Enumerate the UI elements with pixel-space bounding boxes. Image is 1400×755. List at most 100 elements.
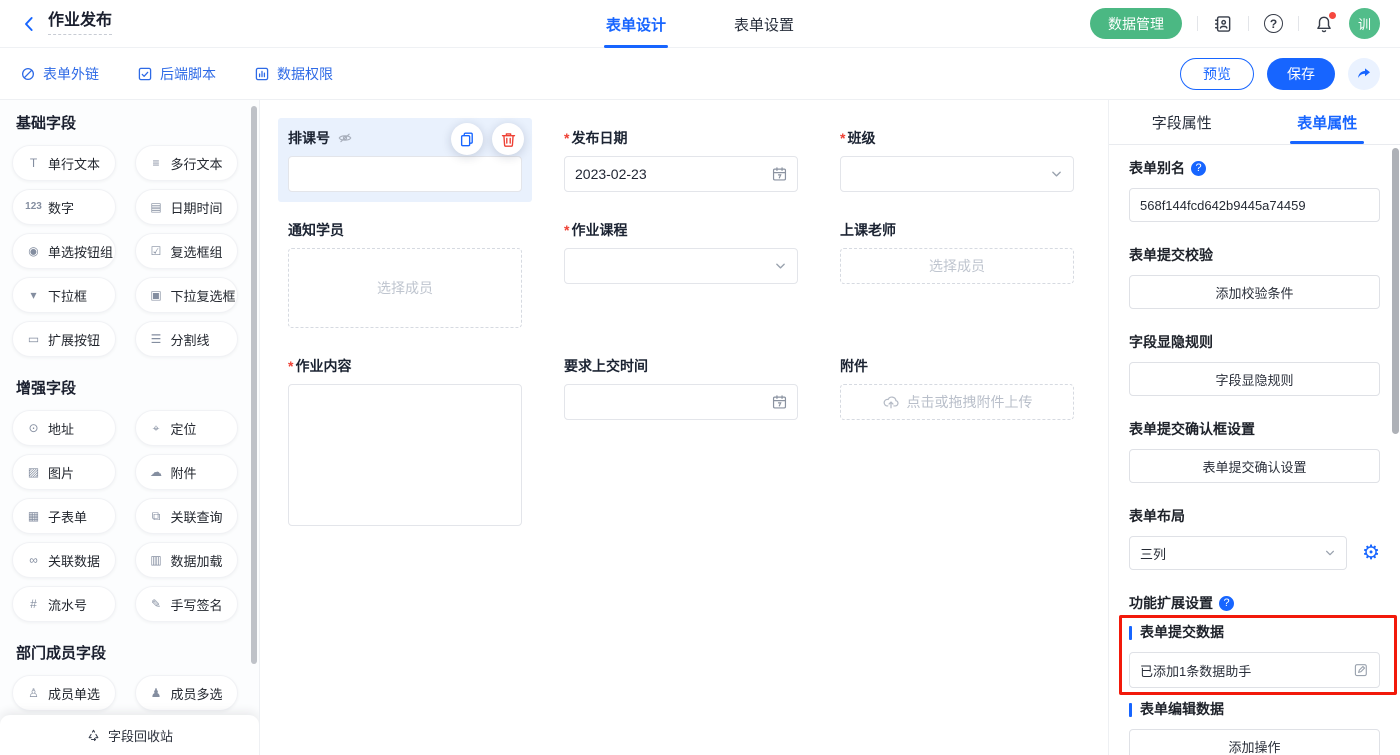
layout-gear-icon[interactable]: ⚙ [1362,543,1380,563]
backend-script-link[interactable]: 后端脚本 [137,64,216,84]
section-title-basic-fields: 基础字段 [16,114,238,133]
data-assistant-value: 已添加1条数据助手 [1140,661,1251,680]
layout-select[interactable]: 三列 [1129,536,1347,570]
linked-query-icon: ⧉ [148,510,165,522]
field-cell-attachment[interactable]: 附件 点击或拖拽附件上传 [830,346,1084,430]
form-alias-input[interactable] [1129,188,1380,222]
field-item-attachment[interactable]: ☁附件 [135,454,239,490]
tab-label: 字段属性 [1152,112,1212,133]
field-item-label: 成员单选 [48,684,100,703]
field-item-datetime[interactable]: ▤日期时间 [135,189,239,225]
add-validation-button[interactable]: 添加校验条件 [1129,275,1380,309]
attachment-upload-area[interactable]: 点击或拖拽附件上传 [840,384,1074,420]
edit-data-subsection: 表单编辑数据 添加操作 [1129,700,1380,755]
publish-date-input[interactable] [564,156,798,192]
section-title-enhanced-fields: 增强字段 [16,379,238,398]
panel-scrollbar[interactable] [1392,148,1399,434]
field-item-linked-query[interactable]: ⧉ 关联查询 [135,498,239,534]
back-button[interactable] [20,15,38,33]
teacher-picker[interactable]: 选择成员 [840,248,1074,284]
visibility-rules-button[interactable]: 字段显隐规则 [1129,362,1380,396]
field-item-serial-number[interactable]: #流水号 [12,586,116,622]
field-item-checkbox-group[interactable]: ☑复选框组 [135,233,239,269]
field-item-data-load[interactable]: ▥ 数据加载 [135,542,239,578]
field-cell-homework-course[interactable]: * 作业课程 [554,210,808,294]
field-cell-notify-students[interactable]: 通知学员 选择成员 [278,210,532,338]
field-library-sidebar: 基础字段 T单行文本 ≡多行文本 123数字 ▤日期时间 ◉单选按钮组 ☑复选框… [0,100,260,755]
copy-field-button[interactable] [451,123,483,155]
help-question-icon[interactable]: ? [1191,161,1206,176]
field-item-label: 关联数据 [48,551,100,570]
edit-icon[interactable] [1353,662,1369,678]
field-item-label: 复选框组 [171,242,223,261]
field-item-member-single[interactable]: ♙成员单选 [12,675,116,711]
field-label: 通知学员 [288,220,344,240]
form-layout-section: 表单布局 三列 ⚙ [1129,507,1380,570]
field-item-subform[interactable]: ▦子表单 [12,498,116,534]
sidebar-scrollbar[interactable] [251,106,257,664]
homework-course-select[interactable] [564,248,798,284]
section-title-member-fields: 部门成员字段 [16,644,238,663]
data-manage-button[interactable]: 数据管理 [1090,8,1182,39]
tab-field-properties[interactable]: 字段属性 [1109,100,1255,144]
tab-form-design[interactable]: 表单设计 [604,0,668,48]
field-item-dropdown-multi[interactable]: ▣下拉复选框 [135,277,239,313]
field-item-label: 多行文本 [171,154,223,173]
field-item-number[interactable]: 123数字 [12,189,116,225]
field-item-label: 关联查询 [171,507,223,526]
field-item-single-line-text[interactable]: T单行文本 [12,145,116,181]
field-cell-teacher[interactable]: 上课老师 选择成员 [830,210,1084,294]
field-cell-class[interactable]: * 班级 [830,118,1084,202]
divider [1197,16,1198,31]
form-title[interactable]: 作业发布 [48,12,112,35]
field-item-label: 数据加载 [171,551,223,570]
field-item-address[interactable]: ⊙地址 [12,410,116,446]
field-cell-due-time[interactable]: 要求上交时间 [554,346,808,430]
field-item-linked-data[interactable]: ∞关联数据 [12,542,116,578]
field-item-member-multi[interactable]: ♟成员多选 [135,675,239,711]
help-question-icon[interactable]: ? [1219,596,1234,611]
field-item-image[interactable]: ▨图片 [12,454,116,490]
tab-form-properties[interactable]: 表单属性 [1255,100,1400,144]
add-operation-button[interactable]: 添加操作 [1129,729,1380,755]
form-external-link[interactable]: 表单外链 [20,64,99,84]
field-recycle-bin[interactable]: 字段回收站 [0,715,259,755]
subform-icon: ▦ [25,510,42,522]
data-load-chart-icon: ▥ [148,554,165,566]
tab-label: 表单设计 [606,14,666,35]
notification-bell-icon[interactable] [1314,14,1334,34]
tab-form-settings[interactable]: 表单设置 [732,0,796,48]
class-select[interactable] [840,156,1074,192]
trash-icon [500,131,517,148]
preview-button[interactable]: 预览 [1180,58,1254,90]
field-item-dropdown[interactable]: ▾下拉框 [12,277,116,313]
field-item-multi-line-text[interactable]: ≡多行文本 [135,145,239,181]
field-item-divider-line[interactable]: ☰分割线 [135,321,239,357]
schedule-no-input[interactable] [288,156,522,192]
help-icon[interactable]: ? [1264,14,1283,33]
member-picker-placeholder: 选择成员 [929,256,985,276]
delete-field-button[interactable] [492,123,524,155]
field-cell-schedule-no[interactable]: 排课号 [278,118,532,202]
field-item-label: 日期时间 [171,198,223,217]
field-item-label: 单行文本 [48,154,100,173]
due-time-input[interactable] [564,384,798,420]
contact-book-icon[interactable] [1213,14,1233,34]
homework-content-textarea[interactable] [288,384,522,526]
data-assistant-box[interactable]: 已添加1条数据助手 [1129,652,1380,688]
field-item-signature[interactable]: ✎手写签名 [135,586,239,622]
save-button[interactable]: 保存 [1267,58,1335,90]
avatar[interactable]: 训 [1349,8,1380,39]
field-item-radio-group[interactable]: ◉单选按钮组 [12,233,116,269]
notify-students-picker[interactable]: 选择成员 [288,248,522,328]
visibility-rules-section: 字段显隐规则 字段显隐规则 [1129,333,1380,396]
field-item-location[interactable]: ⌖定位 [135,410,239,446]
field-cell-homework-content[interactable]: * 作业内容 [278,346,532,541]
submit-confirm-button[interactable]: 表单提交确认设置 [1129,449,1380,483]
field-label: 上课老师 [840,220,896,240]
data-permission-link[interactable]: 数据权限 [254,64,333,84]
field-item-extend-button[interactable]: ▭扩展按钮 [12,321,116,357]
field-item-label: 流水号 [48,595,87,614]
share-button[interactable] [1348,58,1380,90]
field-cell-publish-date[interactable]: * 发布日期 [554,118,808,202]
